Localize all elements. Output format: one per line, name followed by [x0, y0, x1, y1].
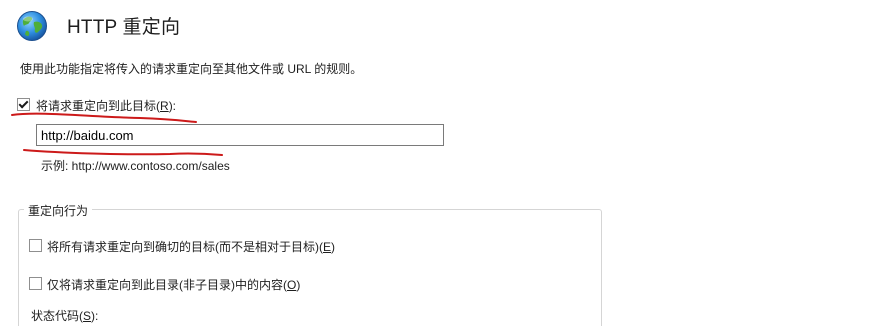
exact-destination-label[interactable]: 将所有请求重定向到确切的目标(而不是相对于目标)(E)	[47, 238, 335, 255]
description-text: 使用此功能指定将传入的请求重定向至其他文件或 URL 的规则。	[20, 62, 363, 76]
only-this-directory-label[interactable]: 仅将请求重定向到此目录(非子目录)中的内容(O)	[47, 276, 300, 293]
status-code-label: 状态代码(S):	[31, 309, 99, 323]
exact-destination-checkbox[interactable]	[29, 239, 42, 252]
redirect-behavior-group	[18, 209, 602, 326]
destination-input[interactable]	[36, 124, 444, 146]
http-redirect-page: HTTP 重定向 使用此功能指定将传入的请求重定向至其他文件或 URL 的规则。…	[0, 0, 885, 326]
redirect-checkbox-label[interactable]: 将请求重定向到此目标(R):	[36, 97, 176, 114]
redirect-checkbox[interactable]	[17, 98, 30, 111]
globe-icon	[17, 11, 47, 41]
only-this-directory-checkbox[interactable]	[29, 277, 42, 290]
redirect-behavior-group-label: 重定向行为	[24, 202, 93, 219]
page-title: HTTP 重定向	[67, 17, 181, 38]
example-text: 示例: http://www.contoso.com/sales	[41, 159, 230, 173]
annotation-underline-2	[23, 149, 223, 156]
annotation-underline-1	[11, 112, 197, 123]
